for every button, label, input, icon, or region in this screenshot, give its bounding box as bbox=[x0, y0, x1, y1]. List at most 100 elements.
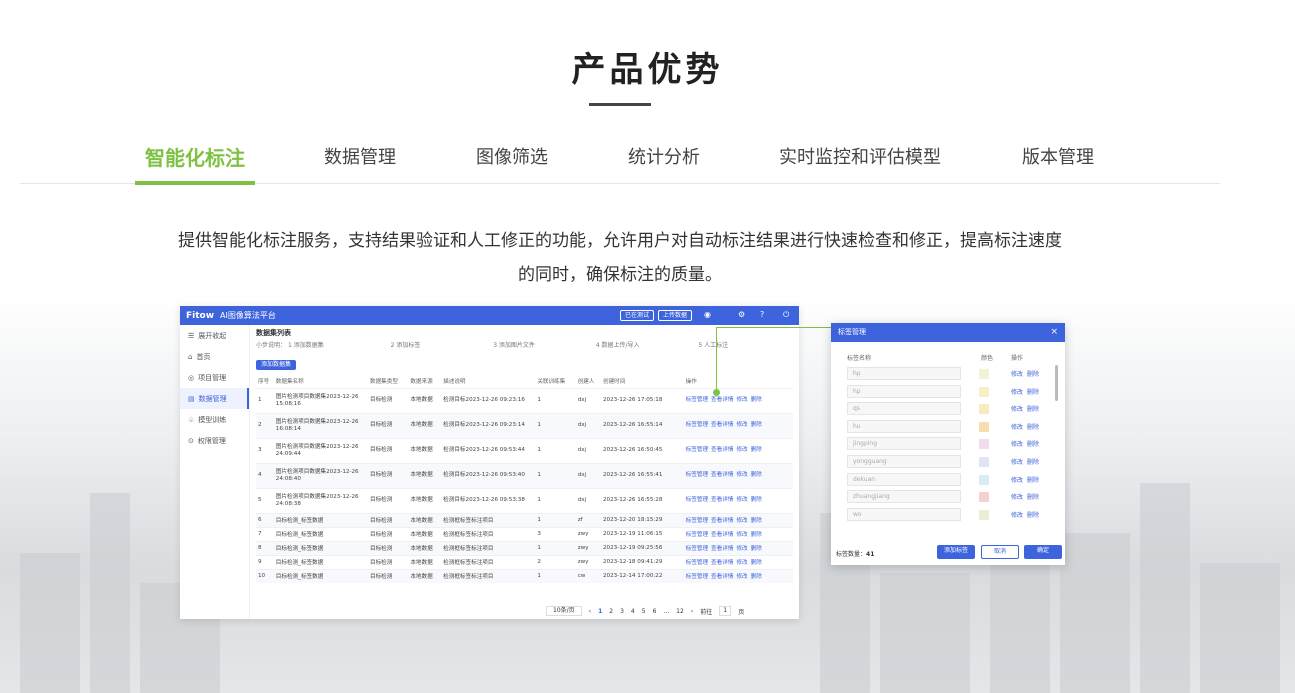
tag-color-swatch[interactable] bbox=[979, 439, 989, 450]
row-action-link[interactable]: 标签管理 bbox=[686, 574, 708, 580]
tag-action-link[interactable]: 删除 bbox=[1027, 459, 1039, 466]
row-action-link[interactable]: 查看详情 bbox=[711, 518, 733, 524]
tag-action-link[interactable]: 删除 bbox=[1027, 424, 1039, 431]
tag-name-field[interactable]: zhuangjiang bbox=[847, 490, 961, 504]
cancel-button[interactable]: 取消 bbox=[981, 545, 1019, 559]
tag-color-swatch[interactable] bbox=[979, 509, 989, 520]
tag-name-field[interactable]: hp bbox=[847, 367, 961, 380]
sidebar-item-training[interactable]: ♧ 模型训练 bbox=[180, 409, 249, 430]
row-action-link[interactable]: 标签管理 bbox=[686, 518, 708, 524]
tag-action-link[interactable]: 修改 bbox=[1011, 371, 1023, 378]
row-action-link[interactable]: 查看详情 bbox=[711, 560, 733, 566]
tag-name-field[interactable]: dekuan bbox=[847, 472, 961, 486]
row-action-link[interactable]: 查看详情 bbox=[711, 397, 733, 403]
row-action-link[interactable]: 修改 bbox=[736, 574, 747, 580]
help-icon[interactable]: ? bbox=[760, 310, 764, 319]
table-row[interactable]: 3 图片检测项目数据集2023-12-26 24:09:44 目标检测 本地数据 检测目… bbox=[256, 437, 793, 463]
row-action-link[interactable]: 查看详情 bbox=[711, 447, 733, 453]
row-action-link[interactable]: 删除 bbox=[751, 518, 762, 524]
tag-color-swatch[interactable] bbox=[979, 404, 989, 415]
tag-name-field[interactable]: wo bbox=[847, 507, 961, 521]
table-row[interactable]: 4 图片检测项目数据集2023-12-26 24:08:40 目标检测 本地数据 检测目… bbox=[256, 462, 793, 488]
page-number[interactable]: 2 bbox=[609, 608, 613, 615]
tag-action-link[interactable]: 修改 bbox=[1011, 389, 1023, 396]
user-icon[interactable]: ◉ bbox=[704, 310, 711, 319]
next-page-button[interactable]: › bbox=[691, 608, 693, 615]
tab-monitoring[interactable]: 实时监控和评估模型 bbox=[765, 140, 955, 182]
tab-statistics[interactable]: 统计分析 bbox=[614, 140, 714, 182]
page-number[interactable]: 6 bbox=[653, 608, 657, 615]
row-action-link[interactable]: 删除 bbox=[751, 472, 762, 478]
row-action-link[interactable]: 修改 bbox=[736, 472, 747, 478]
row-action-link[interactable]: 修改 bbox=[736, 532, 747, 538]
sidebar-item-projects[interactable]: ◎ 项目管理 bbox=[180, 367, 249, 388]
row-action-link[interactable]: 标签管理 bbox=[686, 397, 708, 403]
row-action-link[interactable]: 查看详情 bbox=[711, 422, 733, 428]
table-row[interactable]: 10 目标检测_标签数据 目标检测 本地数据 检测框标签标注项目 1 cw 2023-12-1… bbox=[256, 568, 793, 583]
tag-action-link[interactable]: 修改 bbox=[1011, 512, 1023, 519]
sidebar-item-permissions[interactable]: ⊙ 权限管理 bbox=[180, 430, 249, 451]
row-action-link[interactable]: 标签管理 bbox=[686, 560, 708, 566]
table-row[interactable]: 6 目标检测_标签数据 目标检测 本地数据 检测框标签标注项目 1 zf 2023-12-20… bbox=[256, 512, 793, 527]
row-action-link[interactable]: 删除 bbox=[751, 546, 762, 552]
row-action-link[interactable]: 删除 bbox=[751, 574, 762, 580]
row-action-link[interactable]: 删除 bbox=[751, 532, 762, 538]
tag-color-swatch[interactable] bbox=[979, 457, 989, 467]
table-row[interactable]: 5 图片检测项目数据集2023-12-26 24:08:38 目标检测 本地数据 检测目… bbox=[256, 487, 793, 513]
tag-action-link[interactable]: 删除 bbox=[1027, 512, 1039, 519]
page-number[interactable]: 12 bbox=[676, 608, 684, 615]
table-row[interactable]: 8 目标检测_标签数据 目标检测 本地数据 检测框标签标注项目 1 zwy 2023-12-1… bbox=[256, 540, 793, 555]
table-row[interactable]: 7 目标检测_标签数据 目标检测 本地数据 检测框标签标注项目 3 zwy 2023-12-1… bbox=[256, 526, 793, 541]
row-action-link[interactable]: 标签管理 bbox=[686, 422, 708, 428]
tag-action-link[interactable]: 修改 bbox=[1011, 441, 1023, 448]
row-action-link[interactable]: 修改 bbox=[736, 397, 747, 403]
tag-name-field[interactable]: hu bbox=[847, 419, 961, 433]
row-action-link[interactable]: 删除 bbox=[751, 560, 762, 566]
page-size-select[interactable]: 10条/页 bbox=[546, 606, 582, 616]
row-action-link[interactable]: 标签管理 bbox=[686, 447, 708, 453]
add-dataset-button[interactable]: 添加数据集 bbox=[256, 360, 297, 370]
tag-action-link[interactable]: 修改 bbox=[1011, 459, 1023, 466]
sidebar-item-data[interactable]: ▤ 数据管理 bbox=[180, 388, 249, 409]
header-button-upload[interactable]: 上传数据 bbox=[658, 310, 693, 321]
goto-page-input[interactable]: 1 bbox=[719, 606, 732, 616]
row-action-link[interactable]: 查看详情 bbox=[711, 574, 733, 580]
tag-action-link[interactable]: 修改 bbox=[1011, 424, 1023, 431]
tag-action-link[interactable]: 删除 bbox=[1027, 441, 1039, 448]
tag-color-swatch[interactable] bbox=[979, 421, 989, 432]
row-action-link[interactable]: 标签管理 bbox=[686, 532, 708, 538]
row-action-link[interactable]: 查看详情 bbox=[711, 532, 733, 538]
tag-color-swatch[interactable] bbox=[979, 492, 989, 503]
page-number[interactable]: 4 bbox=[631, 608, 635, 615]
tag-action-link[interactable]: 删除 bbox=[1027, 494, 1039, 501]
tab-image-filter[interactable]: 图像筛选 bbox=[462, 140, 562, 182]
tab-version-management[interactable]: 版本管理 bbox=[1008, 140, 1108, 182]
tag-name-field[interactable]: qs bbox=[847, 402, 961, 416]
power-icon[interactable]: ⏻ bbox=[783, 310, 789, 320]
header-button-testing[interactable]: 已在测试 bbox=[620, 310, 655, 321]
row-action-link[interactable]: 删除 bbox=[751, 422, 762, 428]
prev-page-button[interactable]: ‹ bbox=[589, 608, 591, 615]
tag-color-swatch[interactable] bbox=[979, 474, 989, 485]
row-action-link[interactable]: 查看详情 bbox=[711, 472, 733, 478]
settings-icon[interactable]: ⚙ bbox=[738, 310, 745, 319]
tag-name-field[interactable]: hp bbox=[847, 384, 961, 398]
tag-action-link[interactable]: 修改 bbox=[1011, 406, 1023, 413]
row-action-link[interactable]: 标签管理 bbox=[686, 497, 708, 503]
row-action-link[interactable]: 修改 bbox=[736, 518, 747, 524]
sidebar-item-toggle[interactable]: ☰ 展开收起 bbox=[180, 325, 249, 346]
row-action-link[interactable]: 删除 bbox=[751, 497, 762, 503]
tag-action-link[interactable]: 删除 bbox=[1027, 477, 1039, 484]
row-action-link[interactable]: 标签管理 bbox=[686, 472, 708, 478]
row-action-link[interactable]: 删除 bbox=[751, 447, 762, 453]
row-action-link[interactable]: 修改 bbox=[736, 560, 747, 566]
page-number[interactable]: ... bbox=[663, 608, 669, 615]
tab-data-management[interactable]: 数据管理 bbox=[310, 140, 410, 182]
add-tag-button[interactable]: 添加标签 bbox=[937, 545, 975, 559]
row-action-link[interactable]: 修改 bbox=[736, 422, 747, 428]
page-number[interactable]: 1 bbox=[598, 608, 602, 615]
page-number[interactable]: 5 bbox=[642, 608, 646, 615]
tag-action-link[interactable]: 删除 bbox=[1027, 406, 1039, 413]
confirm-button[interactable]: 确定 bbox=[1024, 545, 1062, 559]
tag-name-field[interactable]: jingping bbox=[847, 437, 961, 451]
